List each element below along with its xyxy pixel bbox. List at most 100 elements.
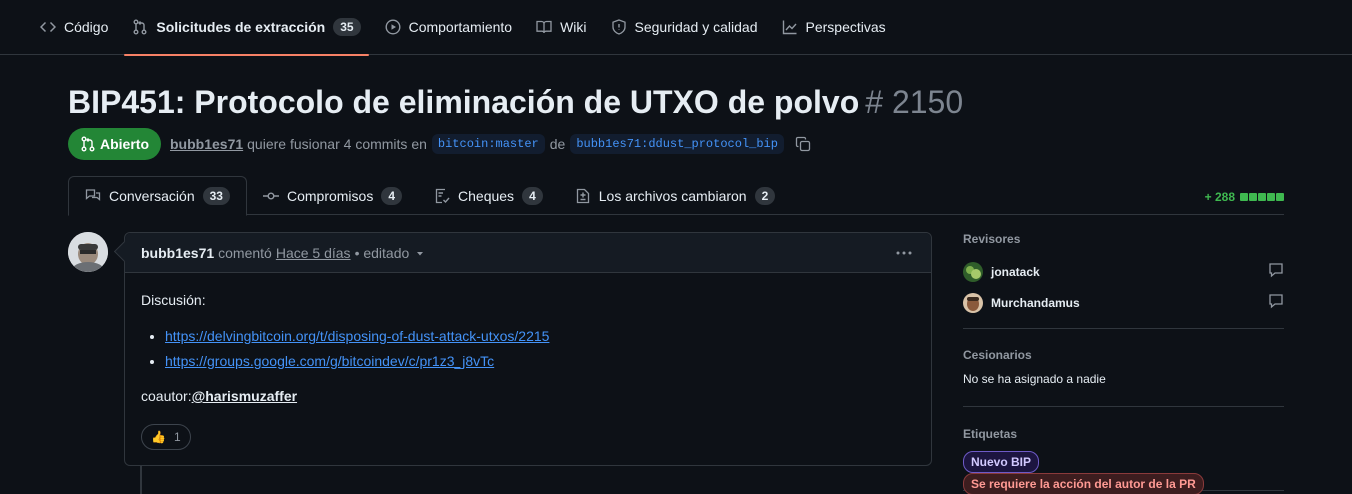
nav-item-code[interactable]: Código	[40, 0, 108, 55]
nav-item-actions[interactable]: Comportamiento	[385, 0, 513, 55]
pr-tabs: Conversación 33 Compromisos 4 Cheques 4 …	[68, 176, 1284, 216]
tab-count: 4	[522, 186, 543, 205]
head-branch[interactable]: bubb1es71:ddust_protocol_bip	[570, 134, 784, 154]
reviewer-name: jonatack	[991, 264, 1040, 279]
repo-nav: Código Solicitudes de extracción 35 Comp…	[0, 0, 1352, 56]
git-commit-icon	[262, 191, 279, 199]
nav-item-label: Seguridad y calidad	[634, 19, 758, 35]
nav-item-pull-requests[interactable]: Solicitudes de extracción 35	[124, 0, 369, 56]
label-author-action[interactable]: Se requiere la acción del autor de la PR	[963, 473, 1204, 494]
shield-icon	[611, 19, 626, 35]
labels-list: Nuevo BIP Se requiere la acción del auto…	[963, 451, 1284, 494]
tab-files-changed[interactable]: Los archivos cambiaron 2	[559, 176, 792, 215]
pr-author-link[interactable]: bubb1es71	[170, 136, 243, 152]
pr-sidebar: Revisores jonatack Murchandamus Cesionar…	[963, 232, 1284, 494]
diffstat: + 288	[1205, 190, 1284, 204]
list-item: https://groups.google.com/g/bitcoindev/c…	[165, 351, 915, 371]
nav-item-label: Solicitudes de extracción	[156, 19, 326, 35]
comment-icon	[1269, 263, 1283, 278]
pull-requests-count: 35	[333, 18, 361, 36]
label-new-bip[interactable]: Nuevo BIP	[963, 451, 1040, 473]
pr-title: BIP451: Protocolo de eliminación de UTXO…	[68, 82, 963, 122]
comment-options-button[interactable]	[895, 245, 913, 264]
reviewer-item[interactable]: Murchandamus	[963, 287, 1284, 318]
assignees-section: Cesionarios No se ha asignado a nadie	[963, 329, 1284, 407]
tab-conversation[interactable]: Conversación 33	[68, 176, 247, 216]
tab-label: Los archivos cambiaron	[598, 187, 747, 204]
status-badge: Abierto	[68, 128, 161, 160]
comment-edited[interactable]: • editado	[355, 245, 410, 261]
tab-commits[interactable]: Compromisos 4	[247, 176, 418, 215]
base-branch[interactable]: bitcoin:master	[431, 134, 545, 154]
comment-header: bubb1es71 comentó Hace 5 días • editado	[125, 233, 931, 273]
labels-section: Etiquetas Nuevo BIP Se requiere la acció…	[963, 407, 1284, 494]
merge-text: quiere fusionar 4 commits en	[247, 136, 427, 152]
assignees-text: No se ha asignado a nadie	[963, 372, 1106, 386]
coauthor-mention[interactable]: @harismuzaffer	[192, 388, 297, 404]
diffstat-blocks	[1239, 193, 1284, 201]
nav-item-label: Perspectivas	[805, 19, 886, 35]
discussion-link[interactable]: https://delvingbitcoin.org/t/disposing-o…	[165, 328, 549, 344]
reaction-button[interactable]: 👍 1	[141, 424, 191, 450]
reviewer-name: Murchandamus	[991, 295, 1080, 310]
comment-icon	[1269, 294, 1283, 309]
tab-label: Conversación	[109, 188, 195, 204]
nav-item-label: Wiki	[560, 19, 587, 35]
copy-branch-button[interactable]	[795, 136, 811, 152]
thumbs-up-icon: 👍	[151, 430, 166, 444]
nav-item-wiki[interactable]: Wiki	[536, 0, 587, 55]
nav-item-label: Comportamiento	[408, 19, 513, 35]
diffstat-additions: + 288	[1204, 190, 1235, 204]
avatar	[963, 292, 983, 313]
edit-history-dropdown[interactable]	[415, 248, 425, 258]
book-icon	[536, 20, 552, 34]
tab-label: Compromisos	[286, 187, 374, 204]
reviewers-heading[interactable]: Revisores	[963, 232, 1284, 246]
comment-discussion-icon	[85, 189, 101, 201]
from-text: de	[549, 136, 566, 152]
code-icon	[40, 21, 56, 33]
review-comment-button[interactable]	[1268, 293, 1284, 312]
comment-timestamp[interactable]: Hace 5 días	[276, 245, 351, 261]
list-item: https://delvingbitcoin.org/t/disposing-o…	[165, 326, 915, 346]
nav-item-label: Código	[64, 19, 109, 35]
reaction-count: 1	[173, 430, 181, 444]
comment-body: Discusión: https://delvingbitcoin.org/t/…	[125, 273, 931, 439]
tab-count: 4	[381, 186, 403, 205]
comment-box: bubb1es71 comentó Hace 5 días • editado …	[124, 232, 932, 466]
play-icon	[385, 19, 401, 35]
nav-item-security[interactable]: Seguridad y calidad	[611, 0, 758, 55]
link-list: https://delvingbitcoin.org/t/disposing-o…	[141, 326, 915, 371]
review-comment-button[interactable]	[1268, 262, 1284, 281]
tab-count: 33	[202, 187, 230, 205]
git-pull-request-icon	[133, 19, 147, 35]
pr-title-text: BIP451: Protocolo de eliminación de UTXO…	[68, 84, 860, 120]
copy-icon	[795, 136, 811, 152]
reviewers-section: Revisores jonatack Murchandamus	[963, 232, 1284, 329]
tab-count: 2	[754, 186, 776, 205]
tab-checks[interactable]: Cheques 4	[418, 176, 559, 215]
nav-item-insights[interactable]: Perspectivas	[782, 0, 886, 55]
user-avatar-icon	[963, 292, 983, 313]
tab-label: Cheques	[458, 187, 515, 204]
reviewer-item[interactable]: jonatack	[963, 256, 1284, 287]
comment-author[interactable]: bubb1es71	[141, 245, 214, 261]
pr-state-row: Abierto bubb1es71 quiere fusionar 4 comm…	[68, 128, 811, 160]
user-avatar-icon	[963, 261, 983, 282]
coauthor-label: coautor:	[141, 388, 192, 404]
assignees-heading[interactable]: Cesionarios	[963, 348, 1284, 362]
comment-action: comentó	[218, 244, 272, 261]
triangle-down-icon	[417, 251, 424, 255]
labels-heading[interactable]: Etiquetas	[963, 427, 1284, 441]
pr-number: # 2150	[865, 84, 964, 120]
discussion-link[interactable]: https://groups.google.com/g/bitcoindev/c…	[165, 353, 494, 369]
timeline-line	[140, 466, 142, 494]
status-label: Abierto	[100, 136, 149, 152]
avatar[interactable]	[68, 232, 108, 272]
kebab-horizontal-icon	[896, 251, 912, 255]
graph-icon	[782, 20, 797, 35]
git-pull-request-icon	[81, 136, 95, 152]
coauthor-line: coautor:@harismuzaffer	[141, 386, 915, 406]
file-diff-icon	[576, 188, 589, 203]
avatar	[963, 261, 983, 282]
